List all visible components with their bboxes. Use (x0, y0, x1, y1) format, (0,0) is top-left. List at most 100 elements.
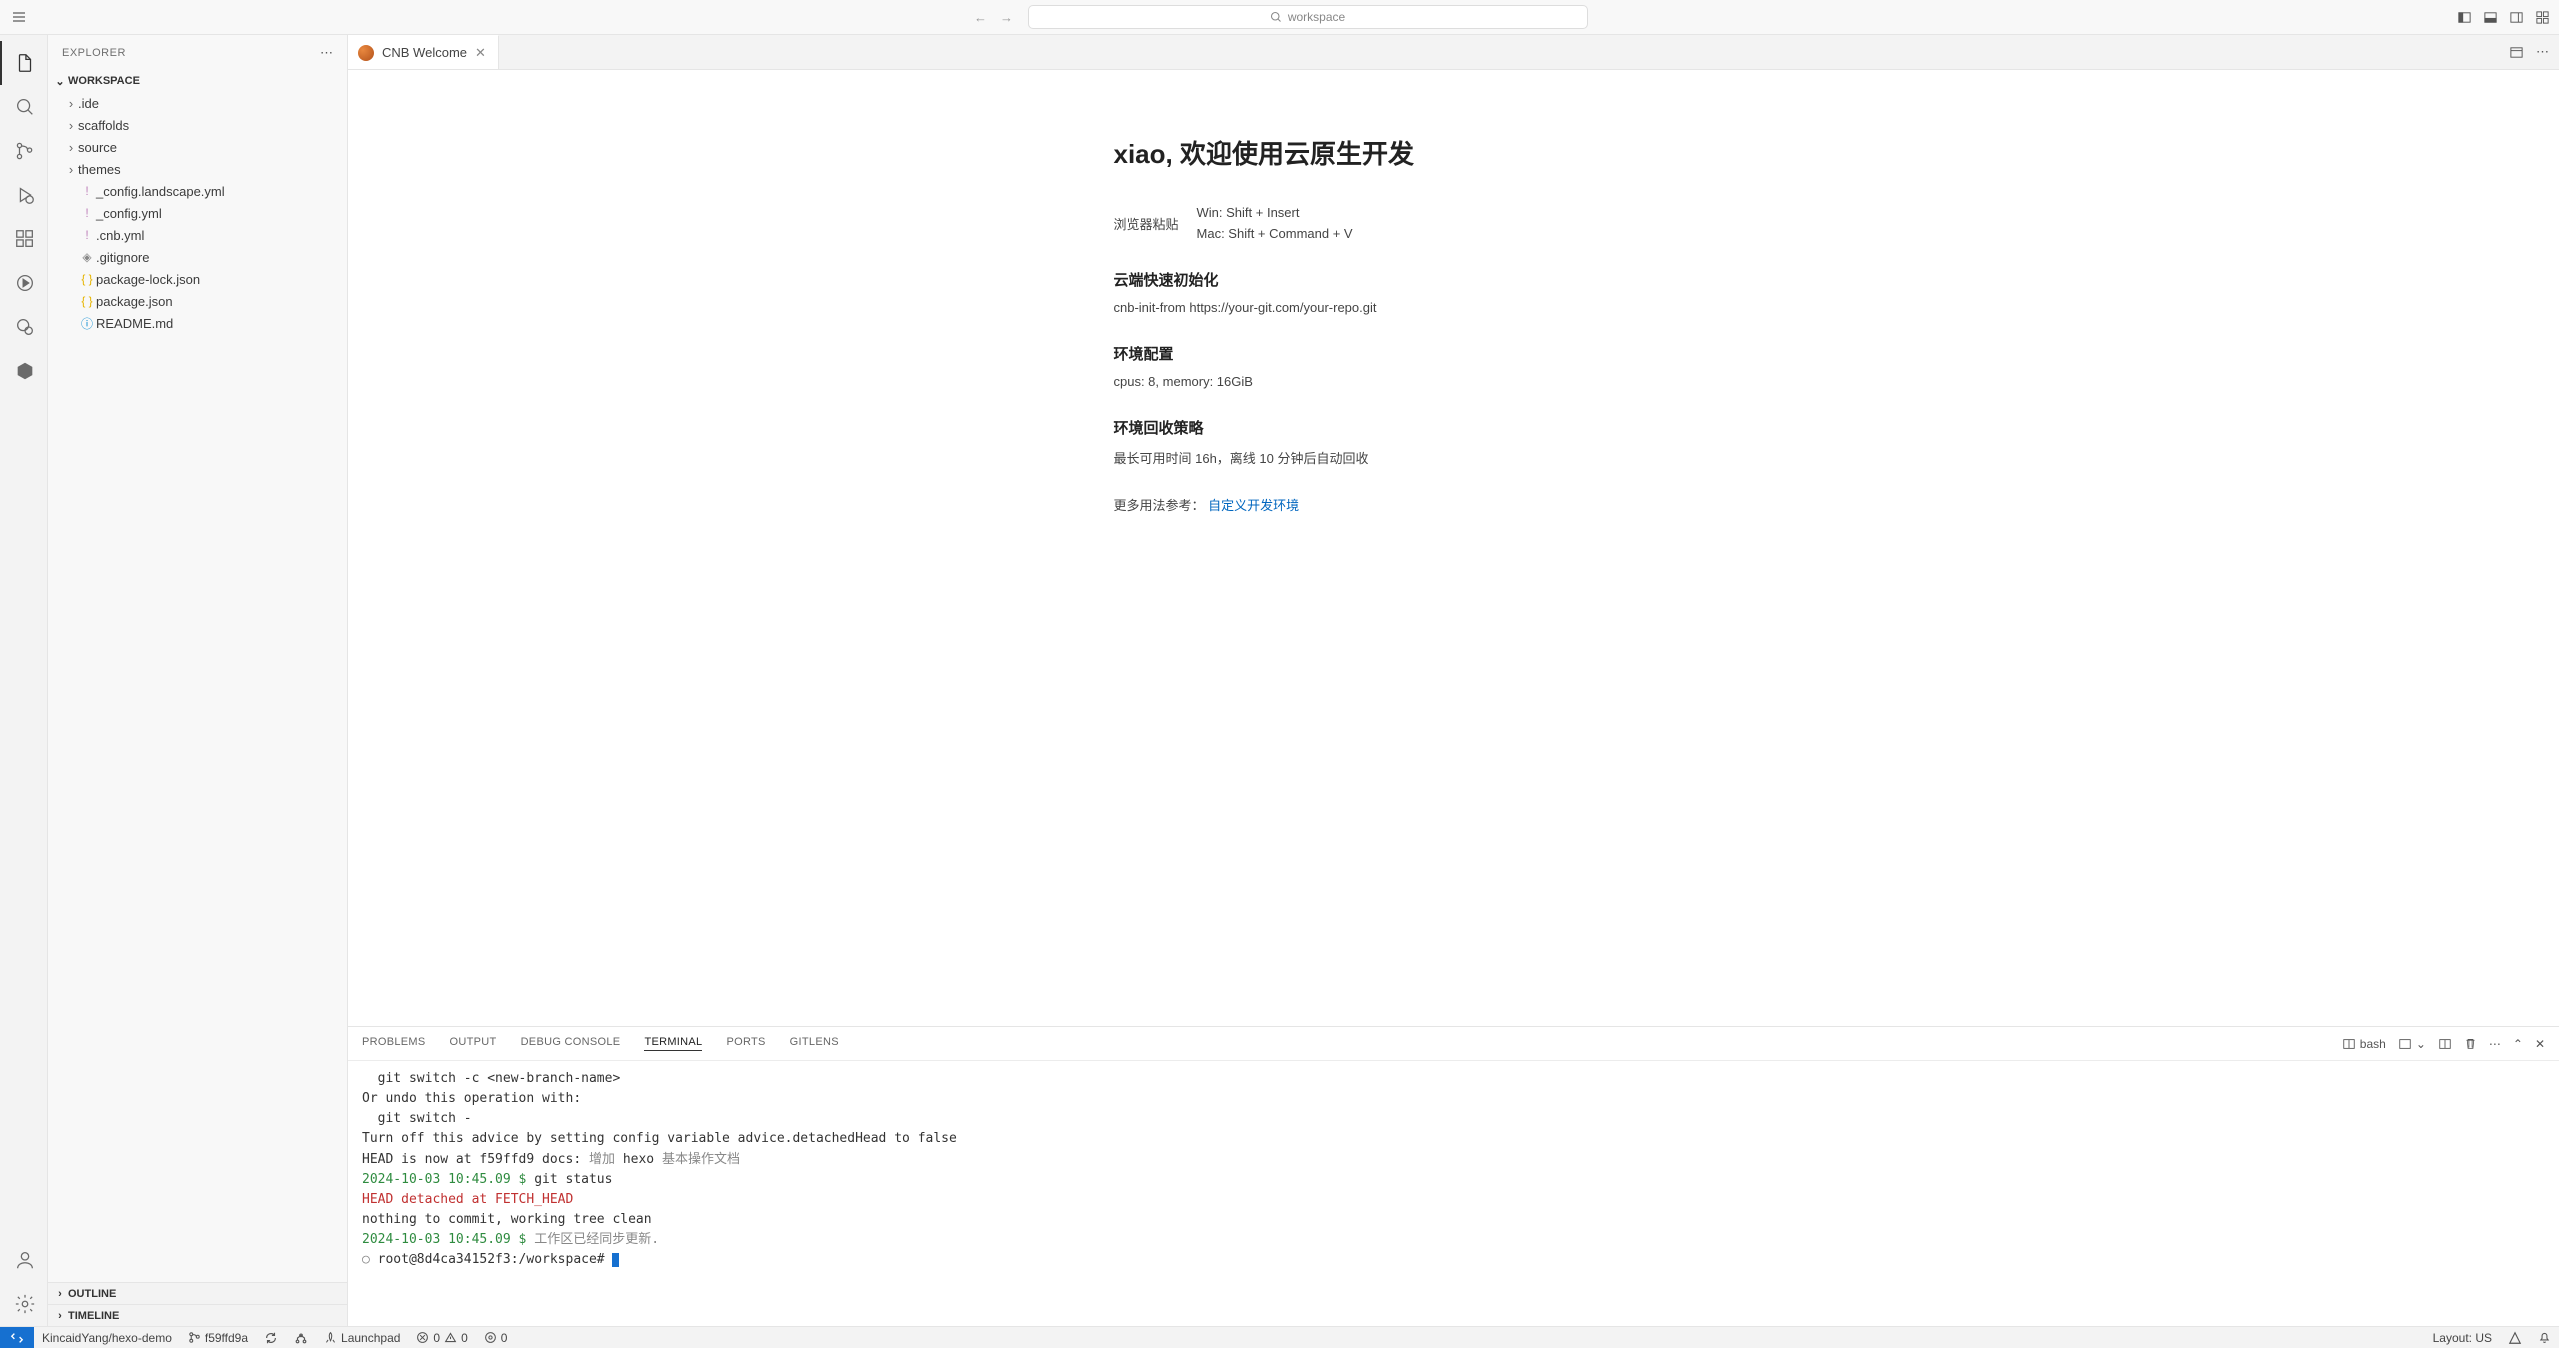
terminal-profile[interactable]: bash (2342, 1037, 2386, 1051)
folder-item[interactable]: ›themes (48, 158, 347, 180)
shell-name: bash (2360, 1037, 2386, 1051)
chevron-down-icon: ⌄ (52, 75, 68, 88)
layout-bottom-icon[interactable] (2481, 8, 2499, 26)
file-icon: ◈ (78, 250, 96, 264)
item-label: source (78, 140, 117, 155)
status-layout[interactable]: Layout: US (2425, 1331, 2500, 1345)
tab-ports[interactable]: PORTS (726, 1036, 765, 1051)
launchpad-label: Launchpad (341, 1331, 400, 1345)
new-terminal-icon[interactable]: ⌄ (2398, 1037, 2426, 1051)
item-label: scaffolds (78, 118, 129, 133)
layout-customize-icon[interactable] (2533, 8, 2551, 26)
file-item[interactable]: { }package-lock.json (48, 268, 347, 290)
file-item[interactable]: { }package.json (48, 290, 347, 312)
item-label: .cnb.yml (96, 228, 144, 243)
item-label: .ide (78, 96, 99, 111)
explorer-title: EXPLORER (62, 47, 126, 59)
layout-right-icon[interactable] (2507, 8, 2525, 26)
layout-left-icon[interactable] (2455, 8, 2473, 26)
split-editor-icon[interactable] (2509, 45, 2524, 60)
editor-more-icon[interactable]: ⋯ (2536, 44, 2549, 60)
outline-label: OUTLINE (68, 1288, 116, 1300)
activity-debug[interactable] (0, 173, 48, 217)
title-bar: ← → workspace (0, 0, 2559, 35)
file-icon: ! (78, 184, 96, 198)
status-sync[interactable] (256, 1327, 286, 1348)
file-item[interactable]: ⓘREADME.md (48, 312, 347, 334)
status-launchpad[interactable]: Launchpad (316, 1327, 408, 1348)
timeline-section[interactable]: › TIMELINE (48, 1304, 347, 1326)
activity-explorer[interactable] (0, 41, 48, 85)
paste-label: 浏览器粘贴 (1114, 205, 1179, 233)
folder-item[interactable]: ›.ide (48, 92, 347, 114)
file-icon: ! (78, 228, 96, 242)
welcome-heading: xiao, 欢迎使用云原生开发 (1114, 134, 1794, 171)
activity-live[interactable] (0, 261, 48, 305)
status-branch[interactable]: f59ffd9a (180, 1327, 256, 1348)
tab-problems[interactable]: PROBLEMS (362, 1036, 426, 1051)
chevron-right-icon: › (64, 118, 78, 133)
cnb-icon (358, 45, 374, 61)
nav-back-icon[interactable]: ← (972, 8, 990, 26)
warning-count: 0 (461, 1331, 468, 1345)
workspace-section[interactable]: ⌄ WORKSPACE (48, 70, 347, 92)
tab-terminal[interactable]: TERMINAL (644, 1036, 702, 1051)
file-item[interactable]: !.cnb.yml (48, 224, 347, 246)
activity-inspect[interactable] (0, 305, 48, 349)
split-terminal-icon[interactable] (2438, 1037, 2452, 1051)
file-item[interactable]: !_config.landscape.yml (48, 180, 347, 202)
status-repo[interactable]: KincaidYang/hexo-demo (34, 1327, 180, 1348)
activity-scm[interactable] (0, 129, 48, 173)
custom-env-link[interactable]: 自定义开发环境 (1208, 498, 1299, 513)
win-shortcut: Win: Shift + Insert (1197, 205, 1353, 220)
workspace-label: WORKSPACE (68, 75, 140, 87)
menu-button[interactable] (10, 8, 28, 26)
bottom-panel: PROBLEMS OUTPUT DEBUG CONSOLE TERMINAL P… (348, 1026, 2559, 1326)
activity-search[interactable] (0, 85, 48, 129)
item-label: themes (78, 162, 121, 177)
status-bell-icon[interactable] (2530, 1331, 2559, 1344)
status-problems[interactable]: 0 0 (408, 1327, 475, 1348)
chevron-right-icon: › (52, 1288, 68, 1300)
status-graph[interactable] (286, 1327, 316, 1348)
tab-output[interactable]: OUTPUT (450, 1036, 497, 1051)
activity-hex[interactable] (0, 349, 48, 393)
outline-section[interactable]: › OUTLINE (48, 1282, 347, 1304)
command-center[interactable]: workspace (1028, 5, 1588, 29)
remote-indicator[interactable] (0, 1327, 34, 1348)
editor-tabs: CNB Welcome ✕ ⋯ (348, 35, 2559, 70)
file-tree: ›.ide›scaffolds›source›themes!_config.la… (48, 92, 347, 1282)
status-ports[interactable]: 0 (476, 1327, 516, 1348)
kill-terminal-icon[interactable] (2464, 1037, 2477, 1050)
panel-close-icon[interactable]: ✕ (2535, 1037, 2545, 1051)
activity-accounts[interactable] (0, 1238, 48, 1282)
branch-name: f59ffd9a (205, 1331, 248, 1345)
file-item[interactable]: ◈.gitignore (48, 246, 347, 268)
folder-item[interactable]: ›source (48, 136, 347, 158)
panel-maximize-icon[interactable]: ⌃ (2513, 1037, 2523, 1051)
nav-forward-icon[interactable]: → (998, 8, 1016, 26)
item-label: package.json (96, 294, 173, 309)
file-icon: { } (78, 294, 96, 308)
init-heading: 云端快速初始化 (1114, 269, 1794, 290)
tab-debug-console[interactable]: DEBUG CONSOLE (521, 1036, 621, 1051)
tab-label: CNB Welcome (382, 45, 467, 60)
tab-gitlens[interactable]: GITLENS (790, 1036, 839, 1051)
activity-extensions[interactable] (0, 217, 48, 261)
more-prefix: 更多用法参考： (1114, 498, 1205, 513)
item-label: _config.landscape.yml (96, 184, 225, 199)
search-text: workspace (1288, 10, 1345, 24)
status-feedback-icon[interactable] (2500, 1331, 2530, 1345)
recycle-line: 最长可用时间 16h，离线 10 分钟后自动回收 (1114, 448, 1794, 467)
port-count: 0 (501, 1331, 508, 1345)
activity-bar (0, 35, 48, 1326)
explorer-more-icon[interactable]: ⋯ (320, 45, 333, 61)
panel-more-icon[interactable]: ⋯ (2489, 1037, 2501, 1051)
terminal-output[interactable]: git switch -c <new-branch-name>Or undo t… (348, 1061, 2559, 1326)
close-icon[interactable]: ✕ (475, 45, 486, 61)
folder-item[interactable]: ›scaffolds (48, 114, 347, 136)
activity-settings[interactable] (0, 1282, 48, 1326)
file-item[interactable]: !_config.yml (48, 202, 347, 224)
tab-cnb-welcome[interactable]: CNB Welcome ✕ (348, 35, 499, 69)
chevron-right-icon: › (64, 96, 78, 111)
